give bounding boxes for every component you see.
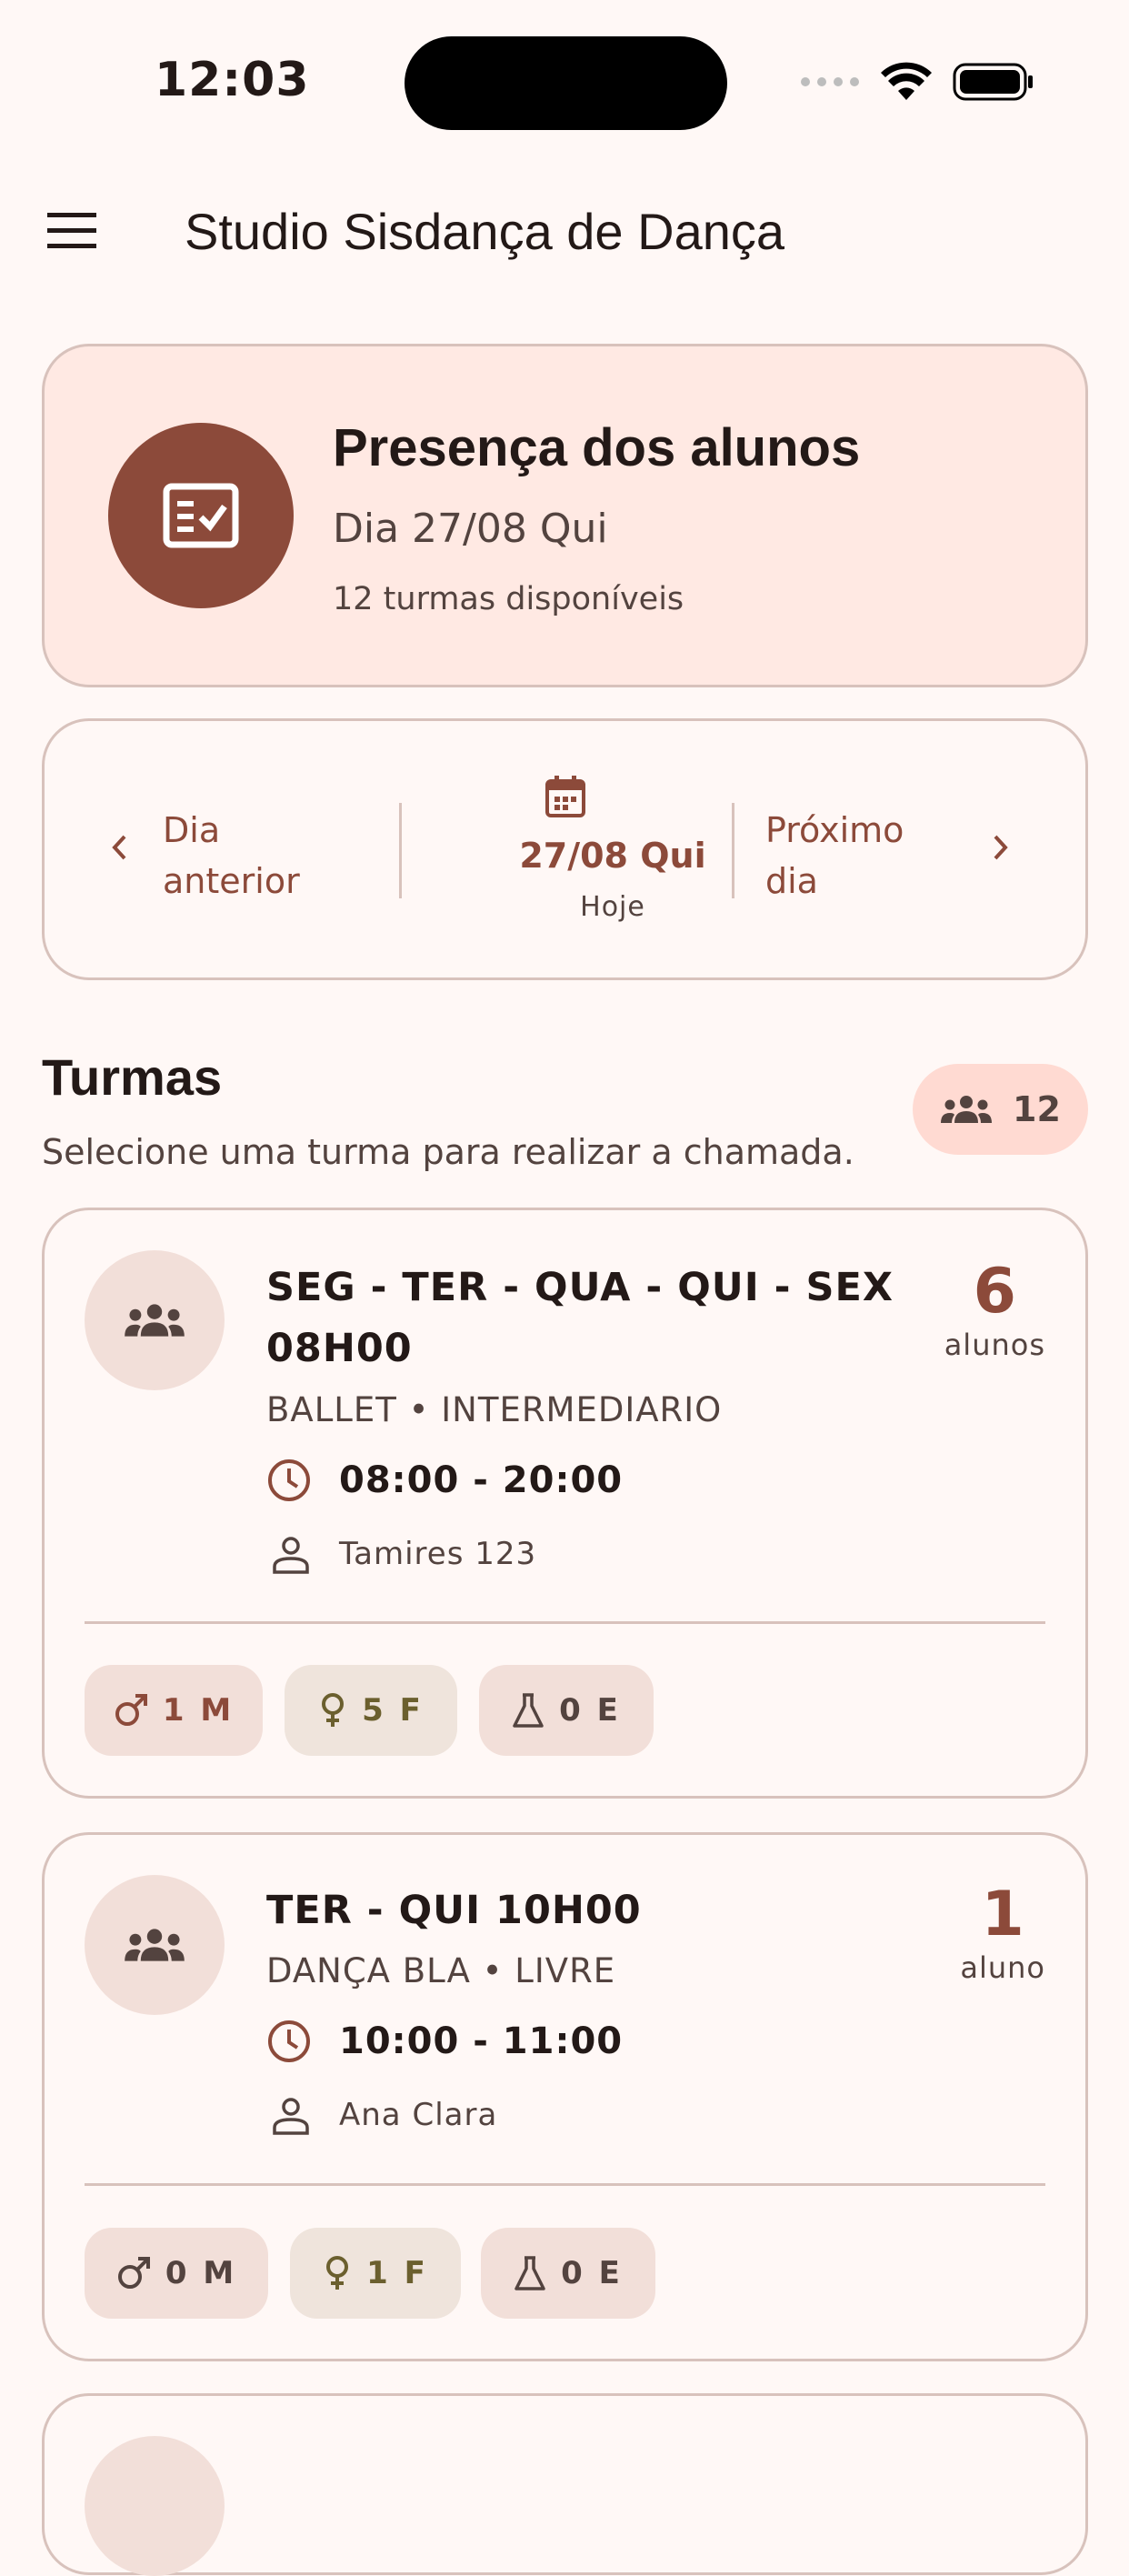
person-icon xyxy=(273,2098,309,2135)
trial-count: 0 E xyxy=(559,1692,621,1729)
groups-icon xyxy=(941,1096,993,1123)
status-icons xyxy=(800,62,1034,102)
hero-icon-circle xyxy=(108,423,294,608)
turma-title: TER - QUI 10H00 xyxy=(266,1888,642,1933)
previous-day-button[interactable]: Dia anterior xyxy=(163,805,363,907)
female-count-chip: 5 F xyxy=(285,1665,457,1756)
status-time: 12:03 xyxy=(155,53,310,107)
app-title: Studio Sisdança de Dança xyxy=(185,203,784,260)
male-icon xyxy=(117,2257,150,2289)
trial-count-chip: 0 E xyxy=(481,2228,655,2319)
female-icon xyxy=(326,2256,349,2290)
female-count: 1 F xyxy=(366,2255,428,2291)
turma-avatar xyxy=(85,1875,225,2015)
turma-card[interactable]: SEG - TER - QUA - QUI - SEX 08H00 BALLET… xyxy=(42,1208,1088,1799)
groups-icon xyxy=(125,1304,185,1337)
turma-teacher: Ana Clara xyxy=(339,2097,498,2133)
groups-icon xyxy=(125,1929,185,1961)
turma-title: SEG - TER - QUA - QUI - SEX 08H00 xyxy=(266,1265,894,1371)
checklist-icon xyxy=(163,483,239,548)
turma-style: BALLET • INTERMEDIARIO xyxy=(266,1390,723,1429)
turma-card[interactable] xyxy=(42,2393,1088,2576)
turmas-count: 12 xyxy=(1013,1089,1061,1129)
turma-time: 10:00 - 11:00 xyxy=(339,2020,624,2062)
hero-title: Presença dos alunos xyxy=(333,418,861,477)
student-count: 6 alunos xyxy=(944,1256,1045,1362)
section-title: Turmas xyxy=(42,1048,223,1106)
trial-count: 0 E xyxy=(561,2255,623,2291)
signal-icon xyxy=(801,77,859,86)
clock-icon xyxy=(268,1459,310,1501)
attendance-hero-card: Presença dos alunos Dia 27/08 Qui 12 tur… xyxy=(42,344,1088,687)
calendar-icon[interactable] xyxy=(545,774,586,819)
hero-date: Dia 27/08 Qui xyxy=(333,506,608,552)
card-divider xyxy=(85,2183,1045,2186)
next-day-label-2: dia xyxy=(765,861,818,901)
turma-time: 08:00 - 20:00 xyxy=(339,1459,624,1501)
turma-avatar xyxy=(85,2436,225,2576)
previous-day-label-2: anterior xyxy=(163,861,300,901)
menu-icon[interactable] xyxy=(45,211,98,251)
turma-avatar xyxy=(85,1250,225,1390)
wifi-icon xyxy=(881,62,932,100)
battery-icon xyxy=(953,63,1033,101)
person-icon xyxy=(273,1537,309,1574)
student-count-label: aluno xyxy=(960,1950,1045,1985)
clock-icon xyxy=(268,2020,310,2062)
flask-icon xyxy=(515,2256,545,2290)
previous-day-label-1: Dia xyxy=(163,810,221,850)
chevron-left-icon[interactable] xyxy=(108,832,130,863)
chevron-right-icon[interactable] xyxy=(990,832,1012,863)
student-count-label: alunos xyxy=(944,1328,1045,1362)
male-count-chip: 1 M xyxy=(85,1665,263,1756)
flask-icon xyxy=(513,1693,544,1728)
female-count: 5 F xyxy=(362,1692,424,1729)
nav-divider-right xyxy=(732,803,734,898)
turmas-count-badge: 12 xyxy=(913,1064,1088,1155)
section-subtitle: Selecione uma turma para realizar a cham… xyxy=(42,1132,854,1172)
dynamic-island xyxy=(405,36,727,130)
male-count: 1 M xyxy=(162,1692,235,1729)
trial-count-chip: 0 E xyxy=(479,1665,654,1756)
hero-subtitle: 12 turmas disponíveis xyxy=(333,581,684,617)
card-divider xyxy=(85,1621,1045,1624)
next-day-label-1: Próximo xyxy=(765,810,904,850)
turma-teacher: Tamires 123 xyxy=(339,1536,537,1572)
turma-style: DANÇA BLA • LIVRE xyxy=(266,1951,616,1990)
turma-card[interactable]: TER - QUI 10H00 DANÇA BLA • LIVRE 10:00 … xyxy=(42,1832,1088,2361)
next-day-button[interactable]: Próximo dia xyxy=(765,805,965,907)
day-navigation-card: Dia anterior 27/08 Qui Hoje Próximo dia xyxy=(42,718,1088,980)
male-count: 0 M xyxy=(165,2255,237,2291)
female-count-chip: 1 F xyxy=(290,2228,461,2319)
male-icon xyxy=(115,1694,147,1726)
female-icon xyxy=(322,1693,345,1727)
student-count-number: 6 xyxy=(973,1256,1016,1328)
male-count-chip: 0 M xyxy=(85,2228,268,2319)
student-count: 1 aluno xyxy=(960,1879,1045,1985)
student-count-number: 1 xyxy=(981,1879,1024,1950)
